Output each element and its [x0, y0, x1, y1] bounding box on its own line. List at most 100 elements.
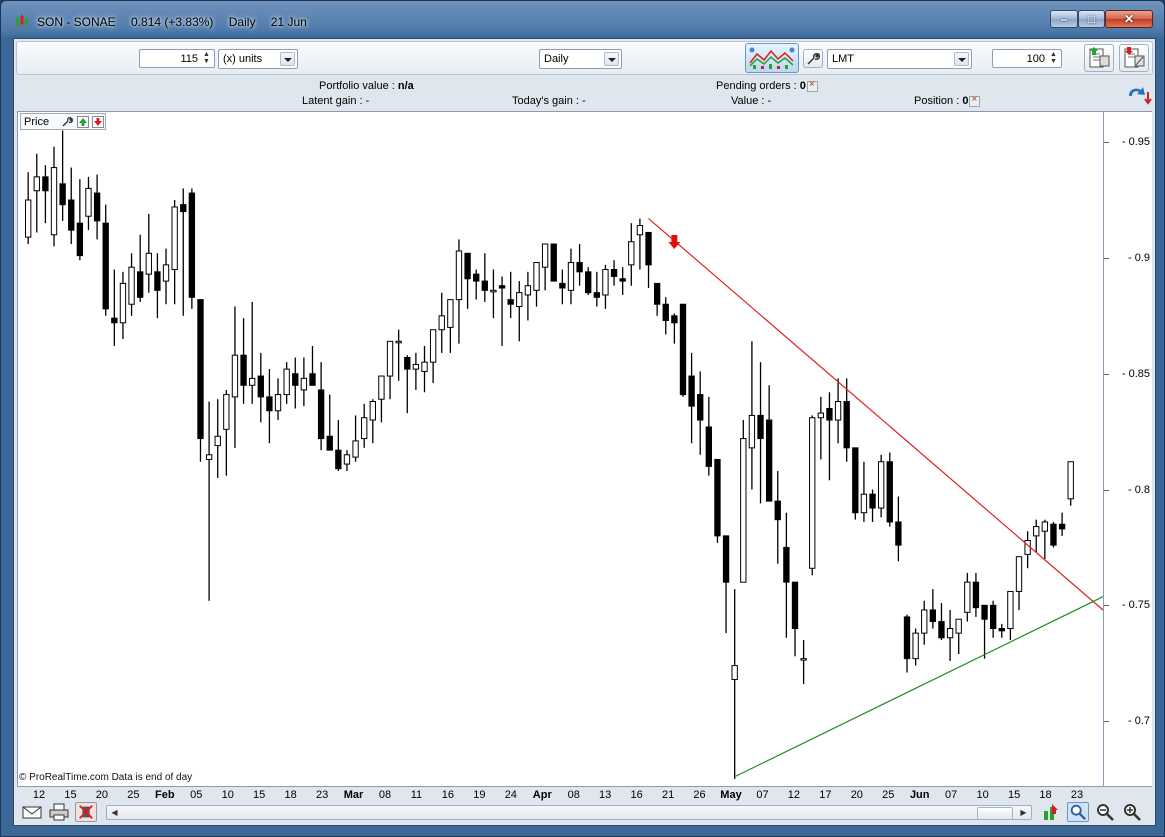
chevron-down-icon[interactable] [280, 52, 295, 66]
chevron-down-icon[interactable] [604, 52, 619, 66]
bearish-candle [886, 461, 893, 523]
bearish-candle [317, 389, 325, 440]
title-bar[interactable]: SON - SONAE 0.814 (+3.83%) Daily 21 Jun … [1, 1, 1164, 37]
bullish-candle [369, 401, 376, 421]
bullish-candle [636, 224, 644, 236]
price-tick-mark [1104, 142, 1109, 144]
bearish-candle [697, 394, 704, 421]
bearish-candle [645, 231, 652, 266]
bearish-candle [852, 447, 859, 514]
bullish-candle [834, 401, 842, 421]
close-position-icon[interactable] [969, 94, 981, 107]
quantity-stepper[interactable]: 115 ▲ ▼ [139, 49, 215, 68]
maximize-button[interactable]: □ [1078, 10, 1105, 28]
mute-icon[interactable] [75, 802, 97, 822]
timeframe-select[interactable]: Daily [539, 49, 622, 69]
minimize-button[interactable]: – [1050, 10, 1078, 28]
scroll-right-icon[interactable]: ▶ [1017, 807, 1030, 818]
bullish-candle [386, 340, 394, 377]
buy-button[interactable] [1084, 44, 1114, 72]
bullish-candle [964, 581, 971, 613]
price-tick-label: - 0.95 [1121, 136, 1150, 149]
portfolio-value: Portfolio value : n/a [319, 80, 414, 92]
todays-gain: Today's gain : - [512, 95, 586, 107]
price-panel-label: Price [24, 116, 50, 128]
bullish-candle [921, 609, 928, 634]
bullish-candle [1067, 461, 1074, 500]
refresh-arrows-icon[interactable] [1126, 82, 1152, 106]
zoom-out-icon[interactable] [1094, 802, 1116, 822]
bearish-candle [507, 299, 514, 305]
scroll-left-icon[interactable]: ◀ [108, 807, 121, 818]
spin-arrows-icon[interactable]: ▲ ▼ [201, 51, 212, 66]
order-settings-button[interactable] [803, 49, 823, 68]
clear-orders-icon[interactable] [806, 79, 818, 92]
sell-button[interactable] [1119, 44, 1149, 72]
bearish-candle [938, 621, 945, 639]
bearish-candle [998, 628, 1005, 632]
close-button[interactable]: ✕ [1105, 10, 1153, 28]
instrument-name: SON - SONAE [37, 15, 116, 29]
printer-icon[interactable] [48, 802, 70, 822]
order-type-value: LMT [832, 53, 854, 65]
bullish-candle [50, 167, 58, 236]
bullish-candle [214, 435, 221, 447]
bullish-candle [24, 199, 32, 238]
position-count: 0 [962, 95, 969, 107]
bullish-candle [731, 665, 738, 680]
bullish-candle [33, 176, 40, 192]
mail-icon[interactable] [21, 802, 43, 822]
position-value-text: - [767, 95, 772, 107]
bullish-candle [1007, 590, 1014, 630]
unit-select[interactable]: (x) units [218, 49, 298, 69]
unit-value: (x) units [223, 53, 263, 65]
bearish-candle [765, 419, 773, 502]
bearish-candle [774, 500, 781, 521]
zoom-select-icon[interactable] [1067, 802, 1089, 822]
move-down-icon[interactable] [92, 116, 104, 128]
move-up-icon[interactable] [77, 116, 89, 128]
bearish-candle [404, 357, 411, 370]
latent-gain-label: Latent gain : [302, 95, 366, 107]
bearish-candle [93, 192, 101, 222]
price-tick-label: - 0.85 [1121, 367, 1150, 380]
bearish-candle [903, 616, 911, 660]
price-axis[interactable]: - 0.95 - 0.9 - 0.85 - 0.8 - 0.75 - 0.7 [1103, 112, 1152, 786]
spin-arrows-icon[interactable]: ▲ ▼ [1048, 51, 1059, 66]
bottom-toolbar: ◀ ▶ [14, 791, 1155, 825]
scroll-thumb[interactable] [977, 807, 1013, 820]
price-tick-mark [1104, 605, 1109, 607]
bullish-candle [231, 354, 239, 398]
indicators-button[interactable] [745, 43, 799, 73]
price-chart[interactable]: Price © ProRealTime.com Data is end of d… [17, 111, 1152, 787]
bullish-candle [533, 262, 540, 291]
position-value: Value : - [731, 95, 771, 107]
bearish-candle [498, 285, 506, 289]
bullish-candle [748, 414, 756, 449]
bearish-candle [257, 375, 264, 398]
horizontal-scrollbar[interactable]: ◀ ▶ [106, 805, 1032, 820]
price-tick-mark [1104, 721, 1109, 723]
bearish-candle [585, 271, 592, 294]
tool-icon[interactable] [1040, 802, 1062, 822]
bearish-candle [705, 426, 713, 467]
pending-orders: Pending orders : 0 [716, 79, 818, 92]
wrench-icon[interactable] [61, 116, 73, 128]
buy-ticket-icon [1089, 47, 1110, 68]
candlestick-chart[interactable] [18, 112, 1151, 786]
order-toolbar: 115 ▲ ▼ (x) units Daily LMT 100 ▲ ▼ [16, 41, 1153, 75]
chevron-down-icon[interactable] [954, 52, 969, 66]
pending-orders-count: 0 [799, 80, 806, 92]
bearish-candle [111, 317, 118, 324]
bearish-candle [679, 303, 687, 396]
bullish-candle [946, 628, 954, 639]
minimize-icon: – [1060, 12, 1068, 26]
bearish-candle [757, 414, 764, 440]
order-quantity-stepper[interactable]: 100 ▲ ▼ [992, 49, 1062, 68]
indicator-chart-icon [749, 47, 795, 69]
zoom-in-icon[interactable] [1121, 802, 1143, 822]
bearish-candle [929, 609, 937, 623]
resistance-trendline [648, 218, 1115, 620]
order-type-select[interactable]: LMT [827, 49, 972, 69]
bullish-candle [128, 266, 135, 305]
